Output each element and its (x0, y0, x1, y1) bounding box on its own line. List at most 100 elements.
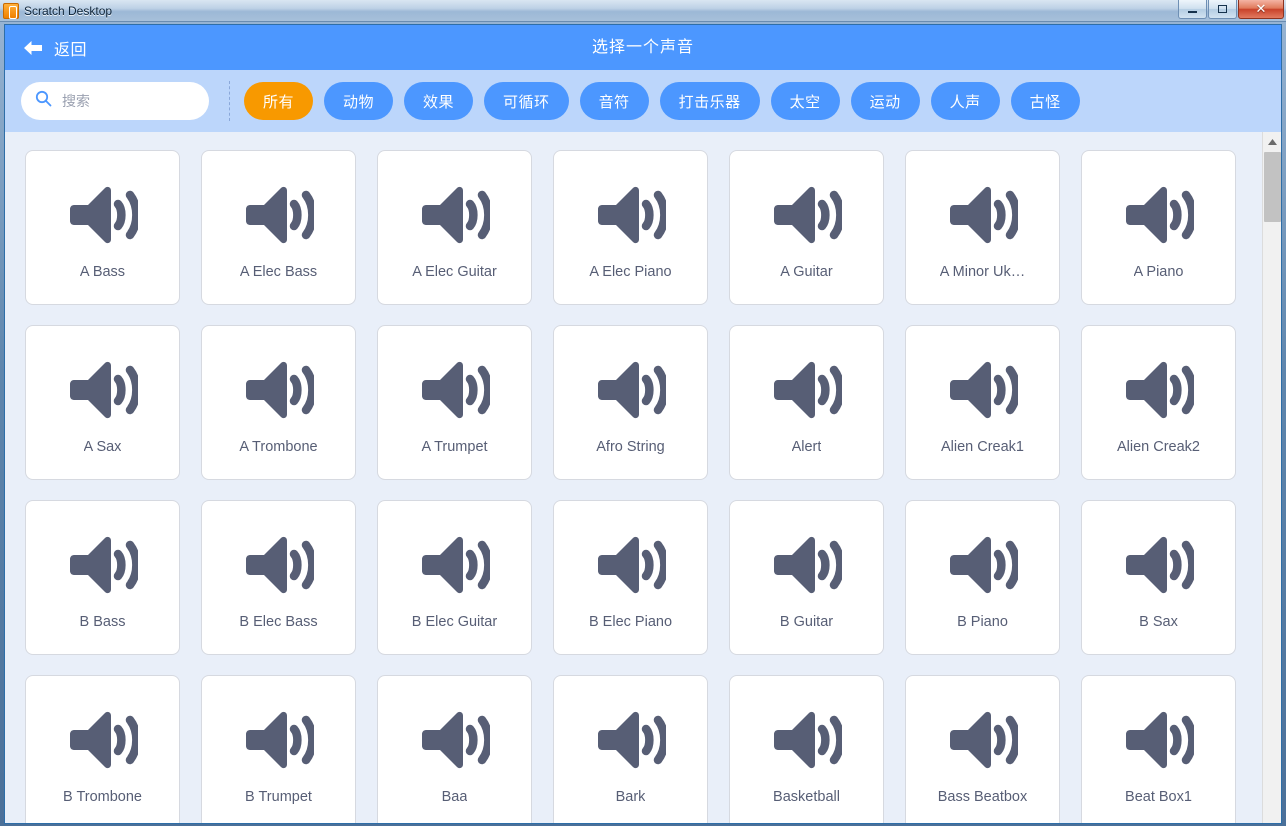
speaker-icon (770, 528, 844, 602)
speaker-icon (66, 528, 140, 602)
filter-tag[interactable]: 音符 (580, 82, 649, 120)
sound-card[interactable]: B Trombone (25, 675, 180, 824)
speaker-icon (770, 178, 844, 252)
back-button[interactable]: 返回 (5, 36, 87, 60)
sound-card[interactable]: A Trombone (201, 325, 356, 480)
minimize-button[interactable] (1178, 0, 1207, 19)
speaker-icon (770, 703, 844, 777)
search-icon (35, 90, 52, 112)
arrow-left-icon (23, 40, 43, 56)
sound-card[interactable]: B Elec Bass (201, 500, 356, 655)
sound-card[interactable]: Alien Creak2 (1081, 325, 1236, 480)
sound-card[interactable]: Alert (729, 325, 884, 480)
sound-card-label: Alert (792, 439, 822, 455)
sound-card[interactable]: Bass Beatbox (905, 675, 1060, 824)
sound-card[interactable]: A Elec Bass (201, 150, 356, 305)
maximize-button[interactable] (1208, 0, 1237, 19)
window-titlebar: Scratch Desktop ✕ (0, 0, 1286, 22)
page-title: 选择一个声音 (5, 25, 1281, 70)
sound-card-label: A Elec Bass (240, 264, 317, 280)
filter-tag[interactable]: 效果 (404, 82, 473, 120)
filter-tag[interactable]: 人声 (931, 82, 1000, 120)
library-scrollbar[interactable] (1262, 132, 1281, 824)
sound-card-label: A Elec Piano (589, 264, 671, 280)
sound-card[interactable]: B Trumpet (201, 675, 356, 824)
sound-card[interactable]: Afro String (553, 325, 708, 480)
sound-card[interactable]: B Elec Piano (553, 500, 708, 655)
sound-card-label: A Bass (80, 264, 125, 280)
sound-card-label: A Elec Guitar (412, 264, 497, 280)
filter-tag-label: 人声 (950, 91, 981, 112)
sound-card-label: Bass Beatbox (938, 789, 1027, 805)
filter-tag[interactable]: 动物 (324, 82, 393, 120)
sound-card-label: A Piano (1134, 264, 1184, 280)
sound-card[interactable]: A Minor Uk… (905, 150, 1060, 305)
filter-bar: 所有 动物 效果 可循环 音符 打击乐器 太空 运动 人声 古怪 (5, 70, 1281, 132)
sound-card[interactable]: Basketball (729, 675, 884, 824)
speaker-icon (418, 353, 492, 427)
filter-tag[interactable]: 所有 (244, 82, 313, 120)
speaker-icon (770, 353, 844, 427)
speaker-icon (242, 353, 316, 427)
sound-card[interactable]: Beat Box1 (1081, 675, 1236, 824)
sound-card[interactable]: A Elec Guitar (377, 150, 532, 305)
speaker-icon (242, 528, 316, 602)
sound-card-label: Bark (616, 789, 646, 805)
sound-card[interactable]: A Sax (25, 325, 180, 480)
filter-tag-label: 打击乐器 (679, 91, 741, 112)
speaker-icon (66, 703, 140, 777)
search-box[interactable] (21, 82, 209, 120)
sound-card[interactable]: A Bass (25, 150, 180, 305)
filter-tag[interactable]: 可循环 (484, 82, 569, 120)
filter-tag-label: 古怪 (1030, 91, 1061, 112)
sound-grid: A Bass A Elec Bass A Elec Guitar A Elec Pia… (25, 150, 1264, 824)
sound-card[interactable]: Bark (553, 675, 708, 824)
sound-card[interactable]: A Elec Piano (553, 150, 708, 305)
scrollbar-thumb[interactable] (1264, 152, 1281, 222)
filter-tag-label: 动物 (343, 91, 374, 112)
filter-tag[interactable]: 太空 (771, 82, 840, 120)
filter-tag[interactable]: 运动 (851, 82, 920, 120)
sound-card-label: A Trumpet (421, 439, 487, 455)
sound-card[interactable]: B Sax (1081, 500, 1236, 655)
sound-card[interactable]: B Elec Guitar (377, 500, 532, 655)
speaker-icon (594, 528, 668, 602)
triangle-up-icon (1268, 132, 1277, 150)
tag-list: 所有 动物 效果 可循环 音符 打击乐器 太空 运动 人声 古怪 (244, 82, 1080, 120)
sound-card-label: A Trombone (239, 439, 317, 455)
sound-card-label: B Trumpet (245, 789, 312, 805)
speaker-icon (594, 178, 668, 252)
sound-card-label: Beat Box1 (1125, 789, 1192, 805)
sound-card-label: Basketball (773, 789, 840, 805)
sound-card[interactable]: A Trumpet (377, 325, 532, 480)
speaker-icon (66, 353, 140, 427)
library-scroll-content: A Bass A Elec Bass A Elec Guitar A Elec Pia… (5, 132, 1264, 824)
sound-card[interactable]: B Bass (25, 500, 180, 655)
sound-card[interactable]: B Piano (905, 500, 1060, 655)
sound-card-label: B Piano (957, 614, 1008, 630)
speaker-icon (1122, 528, 1196, 602)
sound-card-label: Afro String (596, 439, 665, 455)
search-input[interactable] (62, 93, 195, 109)
filter-tag-label: 效果 (423, 91, 454, 112)
sound-card[interactable]: Alien Creak1 (905, 325, 1060, 480)
sound-card-label: B Trombone (63, 789, 142, 805)
sound-card[interactable]: A Piano (1081, 150, 1236, 305)
close-button[interactable]: ✕ (1238, 0, 1284, 19)
speaker-icon (418, 178, 492, 252)
sound-card-label: A Guitar (780, 264, 832, 280)
filter-tag[interactable]: 古怪 (1011, 82, 1080, 120)
window-controls: ✕ (1177, 0, 1284, 22)
filter-tag-label: 运动 (870, 91, 901, 112)
filter-tag[interactable]: 打击乐器 (660, 82, 760, 120)
sound-card[interactable]: B Guitar (729, 500, 884, 655)
speaker-icon (594, 353, 668, 427)
sound-card-label: B Elec Piano (589, 614, 672, 630)
filter-tag-label: 所有 (263, 91, 294, 112)
sound-card[interactable]: A Guitar (729, 150, 884, 305)
desktop-window: Scratch Desktop ✕ 返回 选择一个声音 (0, 0, 1286, 826)
speaker-icon (418, 703, 492, 777)
filter-tag-label: 音符 (599, 91, 630, 112)
scrollbar-up-button[interactable] (1263, 132, 1281, 150)
sound-card[interactable]: Baa (377, 675, 532, 824)
